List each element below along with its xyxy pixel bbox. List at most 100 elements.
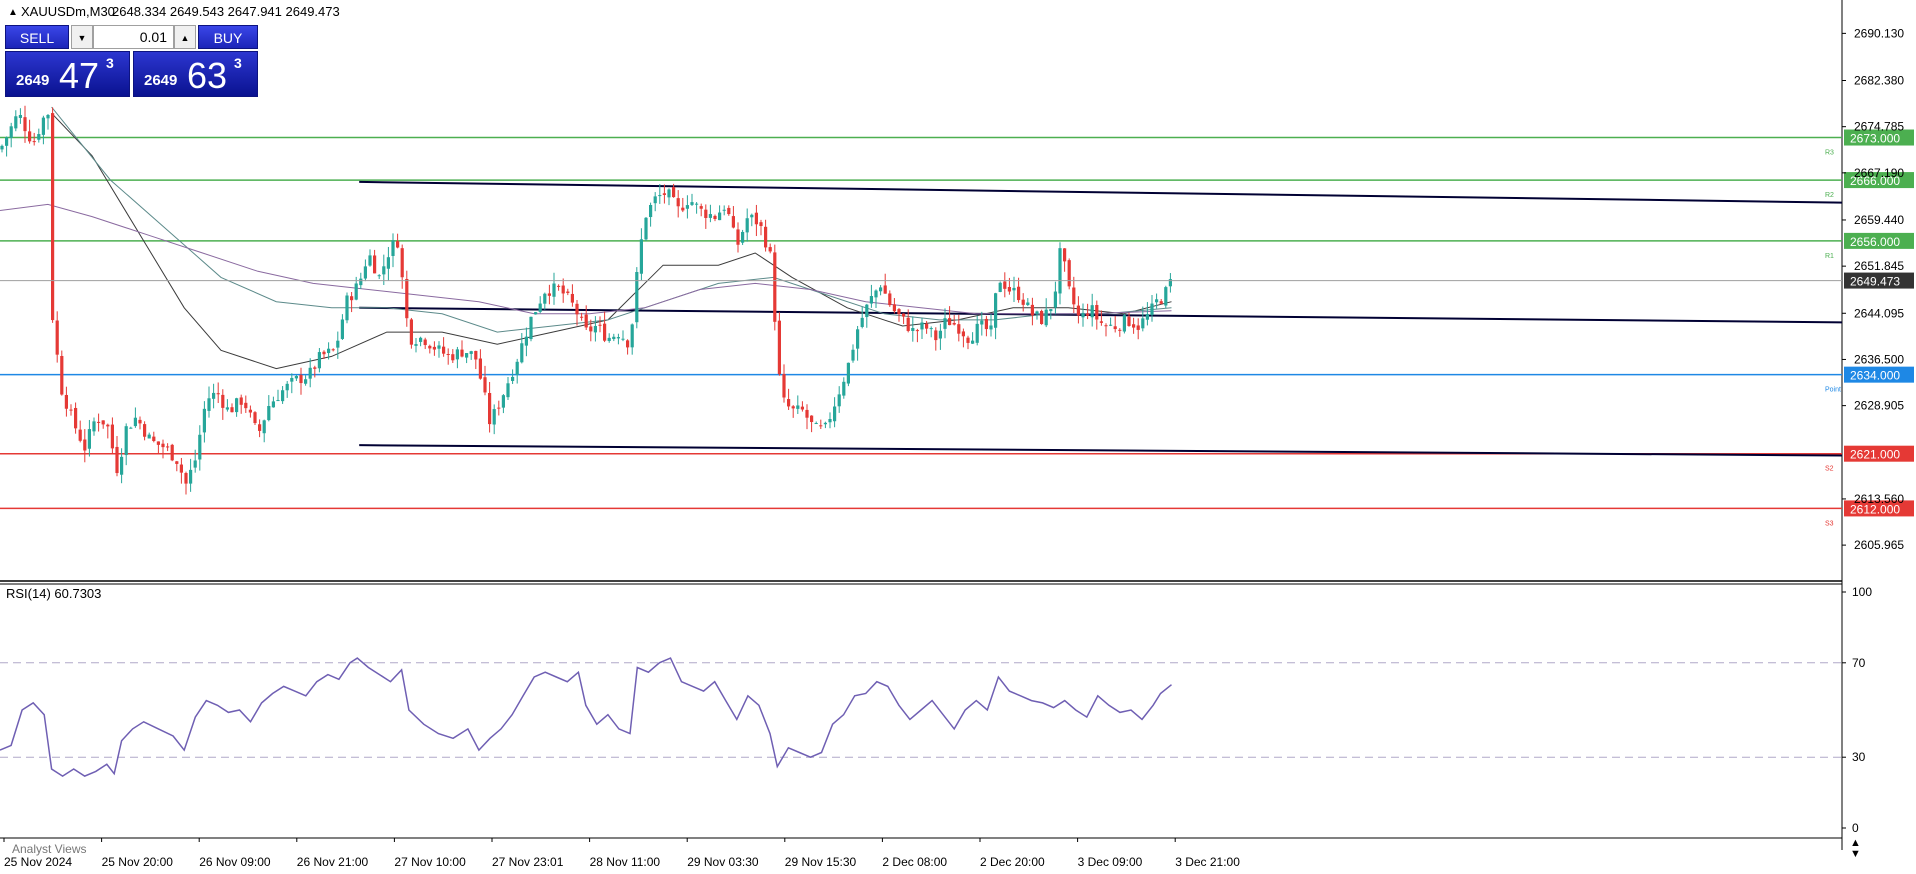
candle-body (423, 339, 427, 346)
candle-body (810, 415, 814, 423)
time-tick-label: 25 Nov 2024 (4, 855, 72, 869)
candle-body (534, 312, 538, 315)
volume-down-icon[interactable]: ▼ (71, 25, 93, 49)
candle-body (239, 397, 243, 405)
volume-up-icon[interactable]: ▲ (174, 25, 196, 49)
price-chart[interactable]: R32673.000R22666.000R12656.000Point2634.… (0, 0, 1916, 874)
candle-body (78, 429, 82, 441)
candle-body (672, 187, 676, 198)
candle-body (212, 392, 216, 399)
candle-body (409, 319, 413, 345)
candle-body (469, 351, 473, 354)
candle-body (520, 343, 524, 363)
candle-body (230, 407, 234, 413)
candle-body (18, 114, 22, 118)
candle-body (649, 204, 653, 218)
candle-body (9, 126, 13, 138)
candle-body (124, 426, 128, 456)
time-tick-label: 26 Nov 09:00 (199, 855, 271, 869)
candle-body (175, 461, 179, 464)
candle-body (989, 325, 993, 330)
candle-body (207, 398, 211, 411)
rsi-label: RSI(14) 60.7303 (6, 586, 101, 601)
candle-body (906, 317, 910, 331)
candle-body (299, 374, 303, 384)
candle-body (345, 295, 349, 321)
candle-body (166, 446, 170, 448)
candle-body (327, 348, 331, 354)
candle-body (580, 316, 584, 318)
sell-button[interactable]: SELL (5, 25, 69, 49)
candle-body (796, 405, 800, 409)
collapse-arrow-icon[interactable]: ▲ (8, 7, 18, 18)
candle-body (860, 317, 864, 327)
candle-body (161, 443, 165, 448)
level-label: 2656.000 (1850, 235, 1900, 249)
candle-body (695, 203, 699, 205)
candle-body (97, 421, 101, 423)
candle-body (1072, 287, 1076, 305)
candle-body (478, 358, 482, 379)
candle-body (46, 114, 50, 119)
sell-price-button[interactable]: 2649 47 3 (5, 51, 130, 97)
candle-body (138, 419, 142, 424)
candle-body (322, 351, 326, 355)
candle-body (359, 278, 363, 286)
candle-body (1109, 324, 1113, 326)
candle-body (501, 395, 505, 408)
symbol-info: XAUUSDm,M30 (21, 4, 115, 19)
candle-body (828, 419, 832, 423)
candle-body (764, 226, 768, 248)
level-name: R2 (1825, 192, 1834, 199)
candle-body (184, 473, 188, 484)
candle-body (584, 314, 588, 328)
candle-body (156, 441, 160, 445)
analyst-views-tab[interactable]: Analyst Views (12, 842, 86, 856)
candle-body (110, 424, 114, 449)
candle-body (998, 282, 1002, 292)
candle-body (106, 424, 110, 427)
bid-label: 2649.473 (1850, 275, 1900, 289)
candle-body (101, 420, 105, 425)
candle-body (115, 446, 119, 474)
candle-body (800, 406, 804, 410)
candle-body (0, 145, 4, 150)
candle-body (920, 322, 924, 330)
time-tick-label: 29 Nov 15:30 (785, 855, 857, 869)
buy-price-prefix: 2649 (144, 72, 178, 89)
time-tick-label: 2 Dec 08:00 (882, 855, 947, 869)
candle-body (248, 409, 252, 413)
candle-body (1067, 260, 1071, 287)
candle-body (1132, 324, 1136, 328)
candle-body (897, 309, 901, 315)
candle-body (368, 255, 372, 266)
candle-body (543, 293, 547, 304)
candle-body (32, 141, 36, 143)
candle-body (1030, 304, 1034, 316)
candle-body (754, 212, 758, 225)
buy-button[interactable]: BUY (198, 25, 258, 49)
candle-body (593, 325, 597, 333)
candle-body (869, 296, 873, 304)
candle-body (460, 349, 464, 357)
candle-body (1058, 248, 1062, 294)
buy-price-point: 3 (234, 55, 242, 71)
candle-body (428, 345, 432, 349)
candle-body (41, 117, 45, 135)
candle-body (704, 209, 708, 218)
candle-body (759, 222, 763, 227)
candle-body (621, 338, 625, 340)
candle-body (731, 216, 735, 228)
candle-body (350, 296, 354, 301)
candle-body (244, 402, 248, 409)
candle-body (787, 399, 791, 407)
candle-body (492, 409, 496, 425)
candle-body (750, 214, 754, 218)
candle-body (414, 344, 418, 346)
volume-input[interactable]: 0.01 (93, 25, 174, 49)
buy-price-button[interactable]: 2649 63 3 (133, 51, 258, 97)
candle-body (791, 406, 795, 409)
candle-body (1012, 287, 1016, 291)
candle-body (1113, 326, 1117, 330)
candle-body (515, 361, 519, 375)
